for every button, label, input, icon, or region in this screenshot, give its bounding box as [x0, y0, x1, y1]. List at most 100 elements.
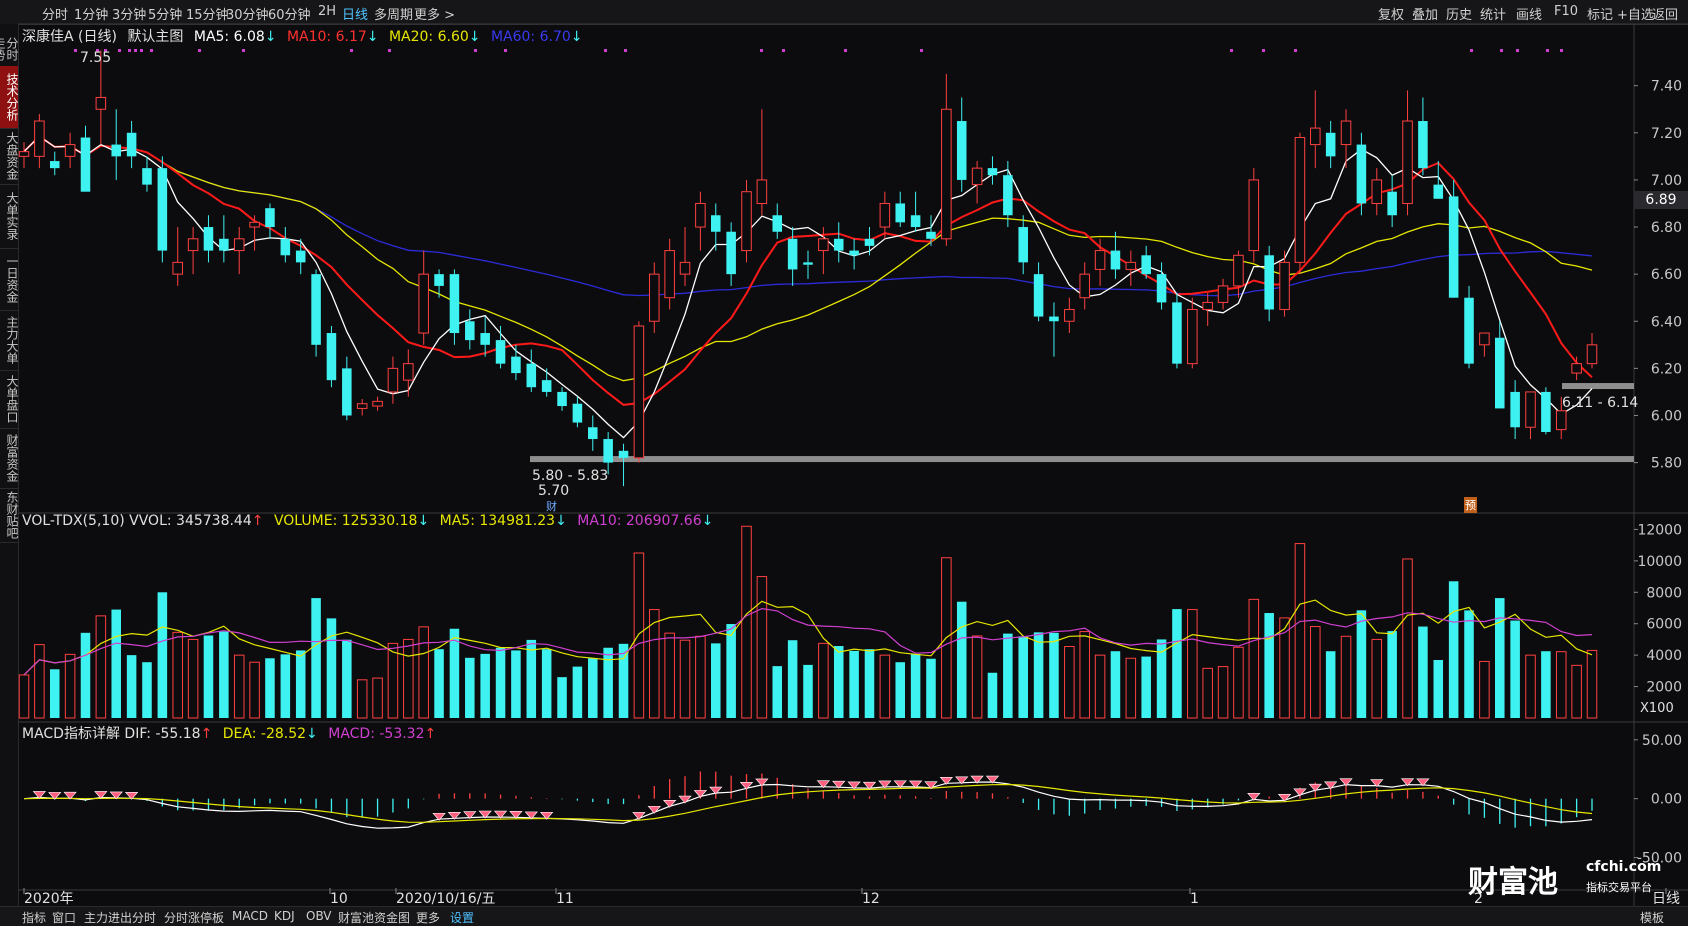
- diamond-signal-icon: [1308, 783, 1322, 792]
- diamond-signal-icon: [678, 795, 692, 804]
- candle-body: [280, 238, 291, 256]
- volume-bar: [1402, 558, 1413, 719]
- price-axis-label-4: 6.60: [1651, 267, 1682, 283]
- volume-bar: [679, 639, 691, 719]
- candle-body: [864, 238, 875, 246]
- volume-bar: [233, 654, 245, 719]
- candle-body: [480, 333, 490, 345]
- candle-body: [249, 221, 260, 228]
- event-marker-12: [474, 49, 477, 52]
- candle-body: [465, 321, 475, 341]
- macd-axis-label-0: 50.00: [1642, 733, 1682, 749]
- volume-bar: [295, 650, 306, 718]
- candle-body: [772, 215, 783, 232]
- volume-bar: [971, 635, 983, 719]
- event-marker-9: [242, 49, 245, 52]
- vol-ma5: MA5: 134981.23: [439, 513, 556, 529]
- candle-body: [987, 168, 998, 176]
- event-marker-19: [920, 49, 923, 52]
- price-axis-label-6: 6.20: [1651, 361, 1682, 377]
- bottom-tab-6[interactable]: OBV: [306, 909, 332, 923]
- volume-bar: [1433, 660, 1444, 718]
- candle-body: [295, 250, 306, 263]
- bottom-tab-4[interactable]: MACD: [232, 909, 268, 923]
- volume-bar: [1479, 660, 1490, 719]
- volume-bar: [249, 661, 260, 719]
- event-marker-21: [1262, 49, 1265, 52]
- volume-bar: [603, 647, 613, 718]
- dif-arrow-icon: ↑: [200, 726, 213, 742]
- volume-bar: [926, 658, 936, 718]
- volume-bar: [664, 632, 675, 719]
- volume-bar: [1049, 632, 1059, 718]
- volume-bar: [80, 632, 91, 718]
- bottom-tab-0[interactable]: 指标: [22, 909, 46, 926]
- vol-ma10: MA10: 206907.66: [577, 513, 702, 529]
- bottom-tab-1[interactable]: 窗口: [52, 909, 76, 926]
- price-axis-label-2: 7.00: [1651, 173, 1682, 189]
- candle-body: [1325, 132, 1336, 157]
- volume-bar: [1340, 635, 1352, 719]
- volume-bar: [387, 642, 399, 719]
- bottom-tab-5[interactable]: KDJ: [274, 909, 295, 923]
- candle-body: [1049, 316, 1059, 322]
- volume-legend: VOL-TDX(5,10) VVOL: 345738.44↑ VOLUME: 1…: [22, 513, 719, 529]
- candle-body: [80, 137, 91, 192]
- candle-body: [664, 250, 675, 299]
- bottom-tab-2[interactable]: 主力进出分时: [84, 909, 156, 926]
- volume-bar: [987, 672, 998, 718]
- candle-body: [910, 215, 921, 228]
- candle-body: [1479, 332, 1490, 346]
- price-axis-label-0: 7.40: [1651, 79, 1682, 95]
- macd-axis-label-1: 0.00: [1651, 792, 1682, 808]
- volume-bar: [219, 631, 229, 718]
- volume-bar: [1217, 666, 1229, 719]
- bottom-tab-8[interactable]: 更多: [416, 909, 440, 926]
- volume-bar: [1125, 657, 1137, 719]
- candle-body: [756, 179, 768, 204]
- volume-bar: [126, 655, 137, 718]
- volume-bar: [1294, 543, 1306, 719]
- diamond-signal-icon: [693, 790, 708, 798]
- event-marker-22: [1294, 49, 1297, 52]
- macd-title[interactable]: MACD指标详解 DIF: -55.18: [22, 726, 201, 742]
- candle-body: [403, 363, 414, 381]
- candle-body: [372, 400, 383, 407]
- volume-bar: [511, 650, 521, 718]
- candle-body: [941, 108, 952, 240]
- candle-body: [1433, 184, 1444, 199]
- financial-report-badge[interactable]: 财: [546, 498, 557, 514]
- bottom-tab-3[interactable]: 分时涨停板: [164, 909, 224, 926]
- volume-bar: [1571, 664, 1582, 719]
- candle-body: [1510, 391, 1520, 428]
- stock-name[interactable]: 深康佳A (日线): [22, 29, 117, 45]
- volume-bar: [418, 626, 429, 719]
- volume-bar: [910, 653, 921, 718]
- stock-chart[interactable]: 7.407.207.006.806.606.406.206.005.801200…: [0, 0, 1688, 925]
- candle-body: [695, 202, 706, 228]
- candle-body: [1110, 250, 1121, 270]
- date-axis-label-3: 11: [556, 891, 574, 907]
- forecast-badge[interactable]: 预: [1464, 497, 1477, 513]
- candle-body: [187, 238, 199, 252]
- volume-bar: [1110, 651, 1121, 718]
- volume-bar: [326, 618, 337, 718]
- vol-title[interactable]: VOL-TDX(5,10) VVOL: 345738.44: [22, 513, 252, 529]
- date-axis-label-5: 1: [1190, 891, 1199, 907]
- candle-body: [1494, 337, 1505, 409]
- template-button[interactable]: 模板: [1640, 909, 1664, 926]
- price-axis-label-1: 7.20: [1651, 126, 1682, 142]
- candle-body: [1202, 301, 1213, 310]
- event-marker-0: [74, 49, 77, 52]
- volume-bar: [372, 677, 383, 719]
- volume-bar: [18, 674, 30, 719]
- candle-body: [1310, 127, 1321, 146]
- date-axis-label-4: 12: [862, 891, 880, 907]
- volume-bar: [588, 658, 598, 718]
- bottom-tab-9[interactable]: 设置: [450, 909, 474, 926]
- support-range-label: 5.80 - 5.83: [532, 468, 609, 484]
- vol-ma5-arrow-icon: ↓: [555, 513, 567, 529]
- event-marker-3: [118, 49, 121, 52]
- bottom-tab-7[interactable]: 财富池资金图: [338, 909, 410, 926]
- template-name[interactable]: 默认主图: [127, 29, 183, 45]
